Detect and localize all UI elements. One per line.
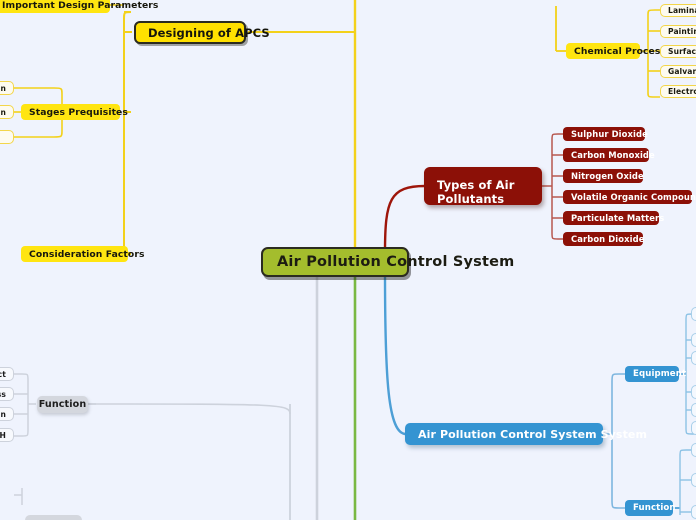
node-equipment-leaf-6[interactable] <box>691 421 696 435</box>
node-function-blue-leaf-1[interactable] <box>691 443 696 457</box>
node-equipment-leaf-1[interactable] <box>691 307 696 321</box>
node-chemical-process[interactable]: Chemical Process <box>566 43 666 59</box>
node-air-pollution-control-system-system[interactable]: Air Pollution Control System System <box>405 423 647 445</box>
node-pollutant-carbon-monoxide[interactable]: Carbon Monoxide <box>563 148 655 162</box>
node-pollutant-nitrogen-oxide[interactable]: Nitrogen Oxide <box>563 169 644 183</box>
mindmap-canvas: Air Pollution Control System Designing o… <box>0 0 696 520</box>
node-stages-leaf-1[interactable]: n <box>0 81 14 95</box>
node-function-gray[interactable]: Function <box>37 396 88 413</box>
node-chemical-leaf-surface-coating[interactable]: Surface C <box>660 45 696 58</box>
node-equipment-leaf-2[interactable] <box>691 333 696 347</box>
node-function-gray-leaf-3[interactable]: tion <box>0 407 14 421</box>
node-pollutant-particulate-matters[interactable]: Particulate Matters <box>563 211 664 225</box>
node-function-gray-leaf-2[interactable]: ness <box>0 387 14 401</box>
node-types-of-air-pollutants[interactable]: Types of Air Pollutants <box>424 167 542 207</box>
node-equipment-leaf-5[interactable] <box>691 403 696 417</box>
root-node[interactable]: Air Pollution Control System <box>261 247 514 277</box>
node-function-blue[interactable]: Function <box>625 500 676 516</box>
node-equipment-leaf-3[interactable] <box>691 351 696 365</box>
node-function-blue-leaf-2[interactable] <box>691 473 696 487</box>
node-chemical-leaf-lamination[interactable]: Laminati <box>660 4 696 17</box>
node-designing-of-apcs[interactable]: Designing of APCS <box>134 21 270 44</box>
node-function-blue-leaf-3[interactable] <box>691 505 696 519</box>
node-chemical-leaf-galvanizing[interactable]: Galvaniz <box>660 65 696 78</box>
node-function-gray-leaf-1[interactable]: duct <box>0 367 14 381</box>
node-chemical-leaf-painting[interactable]: Painting <box>660 25 696 38</box>
node-important-design-parameters[interactable]: Important Design Parameters <box>0 0 158 13</box>
node-gray-stub-bottom[interactable] <box>25 515 82 520</box>
node-pollutant-volatile-organic-compounds[interactable]: Volatile Organic Compounds <box>563 190 696 204</box>
node-chemical-leaf-electroplating[interactable]: Electropl <box>660 85 696 98</box>
pollutants-label-line-1: Types of Air <box>437 178 515 192</box>
node-function-gray-leaf-4[interactable]: n pH <box>0 428 14 442</box>
node-pollutant-sulphur-dioxide[interactable]: Sulphur Dioxide <box>563 127 648 141</box>
node-equipment[interactable]: Equipment <box>625 366 686 382</box>
node-equipment-leaf-4[interactable] <box>691 385 696 399</box>
node-stages-leaf-2[interactable]: n <box>0 105 14 119</box>
node-stages-leaf-3[interactable] <box>0 130 14 144</box>
node-pollutant-carbon-dioxide[interactable]: Carbon Dioxide <box>563 232 644 246</box>
node-stages-prequisites[interactable]: Stages Prequisites <box>21 104 128 120</box>
node-consideration-factors[interactable]: Consideration Factors <box>21 246 144 262</box>
pollutants-label-line-2: Pollutants <box>437 192 505 207</box>
